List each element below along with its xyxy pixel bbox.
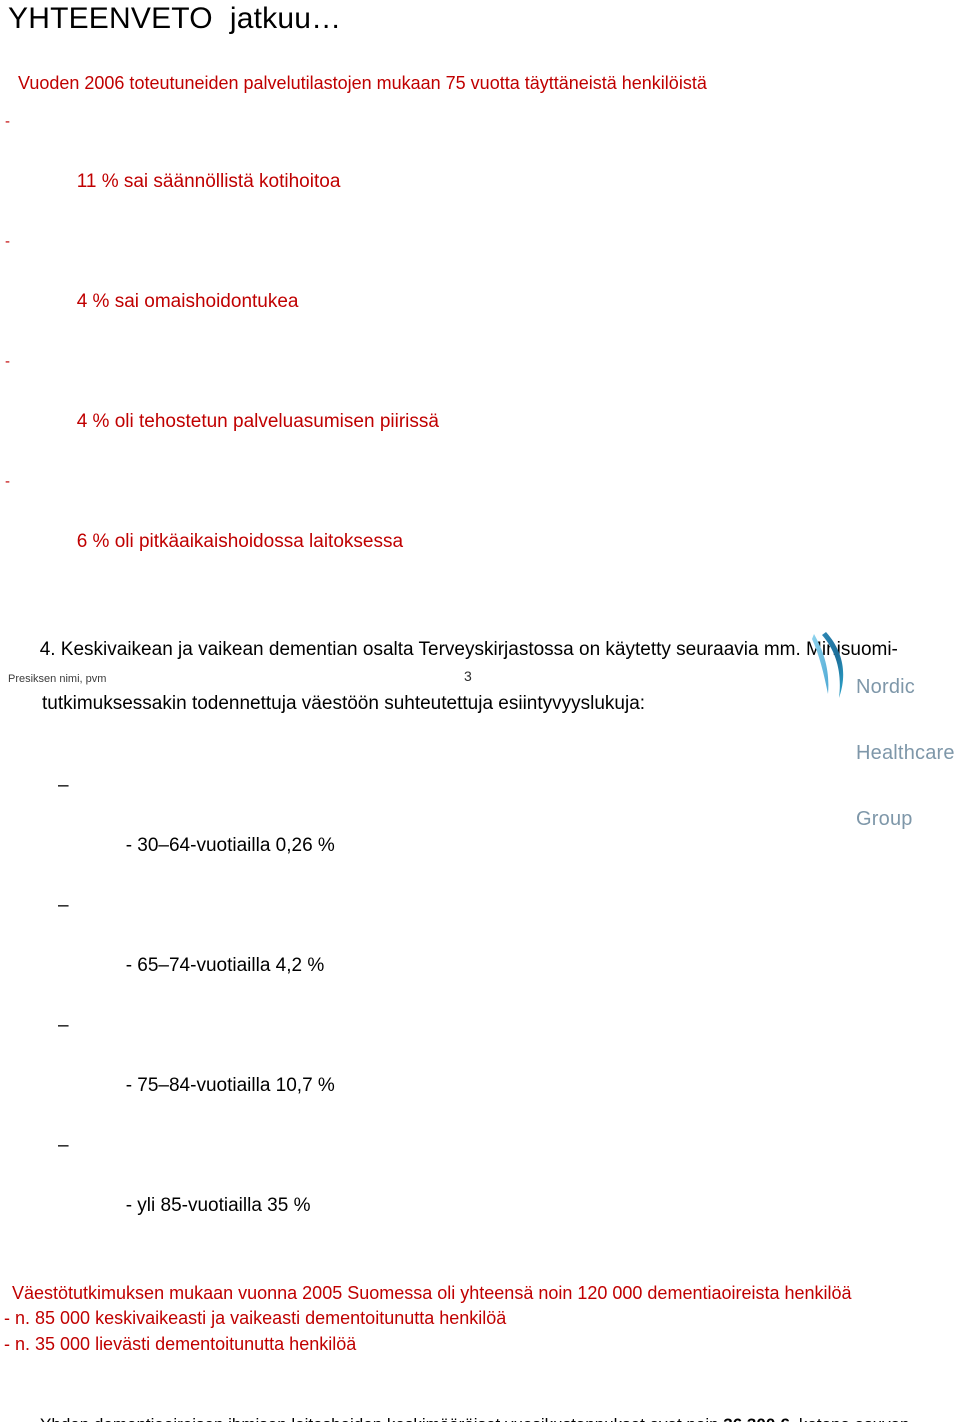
statistics-lead: Väestötutkimuksen mukaan vuonna 2005 Suo… — [12, 1283, 852, 1303]
swoosh-logo-icon — [812, 632, 844, 698]
dash-bullet-icon: - — [5, 353, 10, 370]
statistics-item: - n. 85 000 keskivaikeasti ja vaikeasti … — [4, 1308, 507, 1328]
sub-list-item: – - 30–64-vuotiailla 0,26 % — [0, 771, 960, 891]
logo-line-1: Nordic — [856, 676, 915, 698]
sub-list-item: – - 65–74-vuotiailla 4,2 % — [0, 891, 960, 1011]
list-item-label: 6 % oli pitkäaikaishoidossa laitoksessa — [76, 531, 404, 552]
dash-bullet-icon: - — [5, 233, 10, 250]
dash-bullet-icon: - — [5, 473, 10, 490]
numbered-paragraph-line1: 4. Keskivaikean ja vaikean dementian osa… — [39, 639, 898, 660]
page-title: YHTEENVETO jatkuu… — [8, 2, 342, 35]
sub-list-item: – - 75–84-vuotiailla 10,7 % — [0, 1011, 960, 1131]
statistics-item: - n. 35 000 lievästi dementoitunutta hen… — [4, 1334, 357, 1354]
endash-bullet-icon: – — [58, 1015, 69, 1036]
list-item-label: 4 % oli tehostetun palveluasumisen piiri… — [76, 411, 439, 432]
footer-presentation-name: Presiksen nimi, pvm — [8, 673, 107, 685]
closing-text-part1: Yhden dementiaoireisen ihmisen laitoshoi… — [40, 1415, 723, 1422]
logo-line-3: Group — [856, 808, 913, 830]
closing-text-part2: , kotona asuvan — [789, 1415, 909, 1422]
nordic-healthcare-group-logo: Nordic Healthcare Group — [808, 628, 960, 830]
sub-list-item-label: - 30–64-vuotiailla 0,26 % — [125, 835, 335, 856]
list-item: - 4 % sai omaishoidontukea — [0, 227, 960, 347]
list-item: - 6 % oli pitkäaikaishoidossa laitoksess… — [0, 467, 960, 587]
slide-canvas: YHTEENVETO jatkuu… Vuoden 2006 toteutune… — [0, 0, 960, 1422]
closing-paragraph: Yhden dementiaoireisen ihmisen laitoshoi… — [0, 1387, 960, 1422]
endash-bullet-icon: – — [58, 775, 69, 796]
list-item-label: 11 % sai säännöllistä kotihoitoa — [76, 171, 341, 192]
cost-institutional-care: 36 300 € — [723, 1415, 789, 1422]
dash-bullet-icon: - — [5, 113, 10, 130]
endash-bullet-icon: – — [58, 1135, 69, 1156]
sub-list-item-label: - yli 85-vuotiailla 35 % — [125, 1195, 311, 1216]
list-item: - 11 % sai säännöllistä kotihoitoa — [0, 107, 960, 227]
endash-bullet-icon: – — [58, 895, 69, 916]
sub-list-item: – - yli 85-vuotiailla 35 % — [0, 1131, 960, 1251]
sub-list-item-label: - 75–84-vuotiailla 10,7 % — [125, 1075, 335, 1096]
sub-list-item-label: - 65–74-vuotiailla 4,2 % — [125, 955, 325, 976]
logo-wordmark: Nordic Healthcare Group — [856, 632, 955, 874]
list-item: - 4 % oli tehostetun palveluasumisen pii… — [0, 347, 960, 467]
page-number: 3 — [464, 668, 472, 684]
list-item-label: 4 % sai omaishoidontukea — [76, 291, 299, 312]
logo-line-2: Healthcare — [856, 742, 955, 764]
slide-body: Vuoden 2006 toteutuneiden palvelutilasto… — [0, 72, 960, 1422]
lead-paragraph: Vuoden 2006 toteutuneiden palvelutilasto… — [18, 73, 707, 93]
